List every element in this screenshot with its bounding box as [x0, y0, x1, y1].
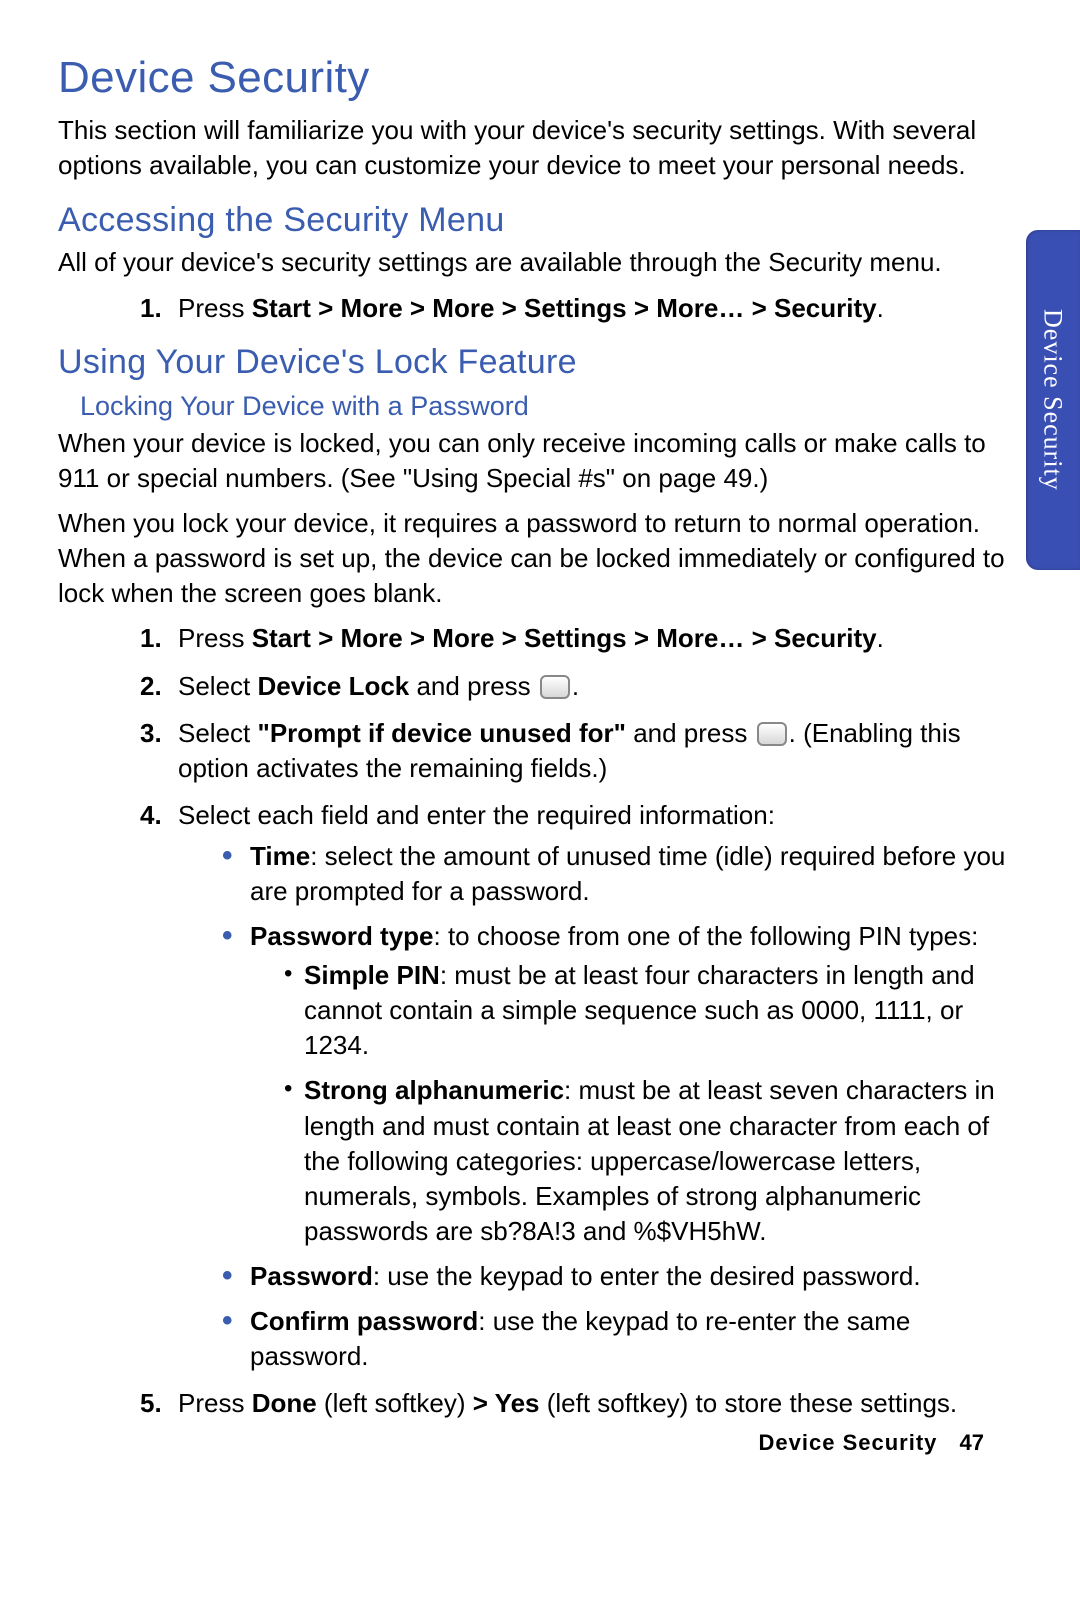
lock-step-1: 1. Press Start > More > More > Settings …: [140, 621, 1022, 656]
t: Select: [178, 671, 258, 701]
step-end: .: [877, 293, 884, 323]
pin-type-list: Simple PIN: must be at least four charac…: [284, 958, 1022, 1249]
step-number: 2.: [140, 669, 162, 704]
field-time: Time: select the amount of unused time (…: [222, 839, 1022, 909]
t-bold: Done: [252, 1388, 317, 1418]
t: and press: [409, 671, 538, 701]
footer-section: Device Security: [759, 1430, 938, 1455]
label: Password type: [250, 921, 434, 951]
lock-para-2: When you lock your device, it requires a…: [58, 506, 1022, 611]
label: Time: [250, 841, 310, 871]
section-heading-accessing: Accessing the Security Menu: [58, 198, 1022, 244]
t: (left softkey) to store these settings.: [540, 1388, 958, 1418]
t-bold: "Prompt if device unused for": [258, 718, 626, 748]
field-list: Time: select the amount of unused time (…: [222, 839, 1022, 1374]
lock-para-1: When your device is locked, you can only…: [58, 426, 1022, 496]
page-footer: Device Security 47: [759, 1428, 984, 1458]
ok-key-icon: [757, 722, 787, 746]
lock-step-2: 2. Select Device Lock and press .: [140, 669, 1022, 704]
desc: : use the keypad to enter the desired pa…: [373, 1261, 921, 1291]
step-number: 3.: [140, 716, 162, 751]
t: (left softkey): [317, 1388, 473, 1418]
nav-path: Start > More > More > Settings > More… >…: [252, 293, 877, 323]
section1-steps: 1. Press Start > More > More > Settings …: [140, 291, 1022, 326]
nav-path: Start > More > More > Settings > More… >…: [252, 623, 877, 653]
ok-key-icon: [540, 675, 570, 699]
step-number: 1.: [140, 291, 162, 326]
t: Select: [178, 718, 258, 748]
side-tab-label: Device Security: [1035, 309, 1070, 491]
label: Simple PIN: [304, 960, 440, 990]
t: Select each field and enter the required…: [178, 800, 775, 830]
section-heading-lock: Using Your Device's Lock Feature: [58, 340, 1022, 386]
step-number: 1.: [140, 621, 162, 656]
step-prefix: Press: [178, 623, 252, 653]
page-title: Device Security: [58, 48, 1022, 107]
side-tab: Device Security: [1026, 230, 1080, 570]
section1-text: All of your device's security settings a…: [58, 245, 1022, 280]
t: Press: [178, 1388, 252, 1418]
step-number: 5.: [140, 1386, 162, 1421]
t-bold: > Yes: [473, 1388, 540, 1418]
label: Confirm password: [250, 1306, 478, 1336]
intro-text: This section will familiarize you with y…: [58, 113, 1022, 183]
field-confirm-password: Confirm password: use the keypad to re-e…: [222, 1304, 1022, 1374]
pin-simple: Simple PIN: must be at least four charac…: [284, 958, 1022, 1063]
step-end: .: [877, 623, 884, 653]
lock-step-4: 4. Select each field and enter the requi…: [140, 798, 1022, 1374]
step-number: 4.: [140, 798, 162, 833]
t: and press: [626, 718, 755, 748]
label: Strong alphanumeric: [304, 1075, 564, 1105]
t-bold: Device Lock: [258, 671, 410, 701]
t: .: [572, 671, 579, 701]
step-prefix: Press: [178, 293, 252, 323]
lock-step-3: 3. Select "Prompt if device unused for" …: [140, 716, 1022, 786]
lock-step-5: 5. Press Done (left softkey) > Yes (left…: [140, 1386, 1022, 1421]
pin-strong: Strong alphanumeric: must be at least se…: [284, 1073, 1022, 1248]
field-password: Password: use the keypad to enter the de…: [222, 1259, 1022, 1294]
section1-step-1: 1. Press Start > More > More > Settings …: [140, 291, 1022, 326]
desc: : to choose from one of the following PI…: [434, 921, 979, 951]
field-password-type: Password type: to choose from one of the…: [222, 919, 1022, 1249]
lock-steps: 1. Press Start > More > More > Settings …: [140, 621, 1022, 1421]
subsection-heading-password: Locking Your Device with a Password: [80, 388, 1022, 424]
footer-page-number: 47: [960, 1430, 984, 1455]
desc: : select the amount of unused time (idle…: [250, 841, 1005, 906]
label: Password: [250, 1261, 373, 1291]
